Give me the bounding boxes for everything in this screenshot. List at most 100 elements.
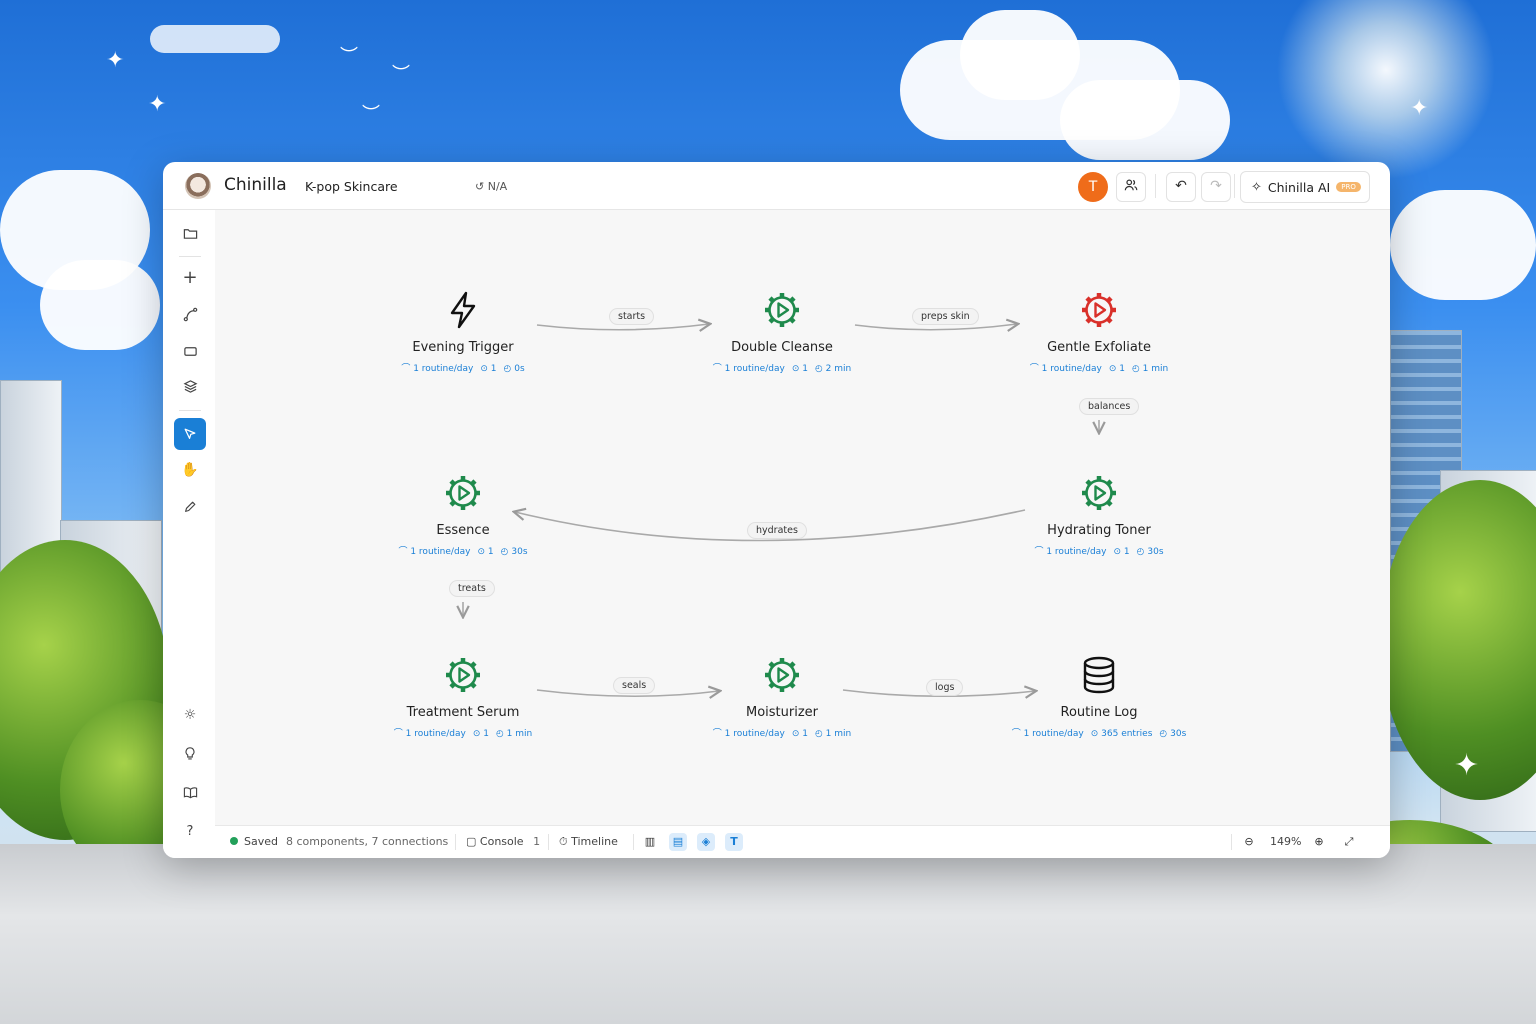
hand-icon: ✋: [181, 462, 199, 478]
node-title: Essence: [436, 523, 490, 538]
divider: [1234, 174, 1235, 198]
undo-icon: ↶: [1175, 178, 1187, 194]
node-double-cleanse[interactable]: Double Cleanse ⌒ 1 routine/day ⊙ 1 ◴ 2 min: [682, 290, 882, 374]
node-time: 0s: [514, 364, 525, 374]
bird-icon: ︶: [362, 104, 380, 125]
labels-toggle[interactable]: ▤: [669, 833, 687, 851]
gear-play-icon: [762, 655, 802, 695]
select-tool-button[interactable]: [174, 418, 206, 450]
ai-button-label: Chinilla AI: [1267, 179, 1331, 195]
node-count: 1: [802, 364, 808, 374]
text-toggle[interactable]: T: [725, 833, 743, 851]
cloud: [150, 25, 280, 53]
sparkle-icon: ✦: [148, 92, 167, 117]
pro-badge: PRO: [1336, 182, 1361, 192]
node-title: Double Cleanse: [731, 340, 833, 355]
chinchilla-logo-icon[interactable]: [185, 173, 211, 199]
count-icon: ⊙: [791, 364, 803, 374]
project-name[interactable]: K-pop Skincare: [305, 179, 398, 194]
divider: [455, 834, 456, 850]
node-time: 30s: [511, 547, 528, 557]
node-count: 1: [487, 547, 494, 557]
layers-button[interactable]: [174, 371, 206, 403]
node-count: 1: [1119, 364, 1125, 374]
paved-ground: [0, 844, 1536, 1024]
node-rate: 1 routine/day: [1041, 364, 1102, 374]
map-icon: ▥: [644, 835, 656, 848]
node-time: 2 min: [825, 364, 852, 374]
app-window: Chinilla K-pop Skincare ↺ N/A T ↶ ↷ ✧ Ch…: [163, 162, 1390, 858]
node-routine-log[interactable]: Routine Log ⌒ 1 routine/day ⊙ 365 entries ◴…: [999, 655, 1199, 739]
node-treatment-serum[interactable]: Treatment Serum ⌒ 1 routine/day ⊙ 1 ◴ 1 min: [363, 655, 563, 739]
edge-label[interactable]: logs: [926, 679, 964, 696]
connector-icon: [183, 307, 197, 322]
container-button[interactable]: [174, 336, 206, 368]
divider: [633, 834, 634, 850]
lightbulb-icon: [185, 747, 195, 760]
rate-icon: ⌒: [712, 364, 725, 374]
timeline-button[interactable]: ⏱ Timeline: [559, 835, 618, 849]
theme-button[interactable]: ☼: [174, 699, 206, 731]
node-metrics: ⌒ 1 routine/day ⊙ 365 entries ◴ 30s: [999, 726, 1199, 739]
node-evening-trigger[interactable]: Evening Trigger ⌒ 1 routine/day ⊙ 1 ◴ 0s: [363, 290, 563, 374]
fit-view-button[interactable]: ⤢: [1340, 833, 1358, 851]
rate-icon: ⌒: [1011, 729, 1024, 739]
undo-button[interactable]: ↶: [1166, 172, 1196, 202]
node-count: 1: [802, 729, 808, 739]
node-essence[interactable]: Essence ⌒ 1 routine/day ⊙ 1 ◴ 30s: [363, 473, 563, 557]
minimap-toggle[interactable]: ▥: [641, 833, 659, 851]
edge-label[interactable]: seals: [613, 677, 656, 694]
console-count: 1: [533, 835, 541, 848]
share-users-button[interactable]: [1116, 172, 1146, 202]
node-moisturizer[interactable]: Moisturizer ⌒ 1 routine/day ⊙ 1 ◴ 1 min: [682, 655, 882, 739]
node-time: 1 min: [1142, 364, 1169, 374]
add-component-button[interactable]: +: [174, 262, 206, 294]
layers-icon: [183, 380, 197, 393]
zoom-in-button[interactable]: ⊕: [1310, 833, 1328, 851]
database-icon: [1079, 655, 1119, 695]
diagram-canvas[interactable]: starts preps skin balances hydrates treats se…: [215, 210, 1390, 826]
open-folder-button[interactable]: [174, 218, 206, 250]
redo-button[interactable]: ↷: [1201, 172, 1231, 202]
node-time: 1 min: [506, 729, 533, 739]
timer-icon: ◴: [1136, 547, 1148, 557]
chinilla-ai-button[interactable]: ✧ Chinilla AI PRO: [1240, 171, 1370, 203]
connect-button[interactable]: [174, 299, 206, 331]
zoom-out-button[interactable]: ⊖: [1240, 833, 1258, 851]
tags-toggle[interactable]: ◈: [697, 833, 715, 851]
edge-label[interactable]: preps skin: [912, 308, 979, 325]
version-indicator[interactable]: ↺ N/A: [475, 180, 507, 193]
edge-label[interactable]: hydrates: [747, 522, 807, 539]
sparkle-icon: ✦: [1454, 748, 1480, 783]
edge-label[interactable]: balances: [1079, 398, 1140, 415]
pan-tool-button[interactable]: ✋: [174, 454, 206, 486]
docs-button[interactable]: [174, 777, 206, 809]
diagram-summary: 8 components, 7 connections: [286, 835, 449, 848]
node-title: Treatment Serum: [406, 705, 520, 720]
node-title: Hydrating Toner: [1047, 523, 1151, 538]
comment-icon: ▤: [672, 835, 684, 848]
edge-label[interactable]: treats: [449, 580, 495, 597]
draw-tool-button[interactable]: [174, 491, 206, 523]
rate-icon: ⌒: [401, 364, 414, 374]
node-rate: 1 routine/day: [405, 729, 466, 739]
node-metrics: ⌒ 1 routine/day ⊙ 1 ◴ 0s: [363, 361, 563, 374]
tips-button[interactable]: [174, 738, 206, 770]
node-hydrating-toner[interactable]: Hydrating Toner ⌒ 1 routine/day ⊙ 1 ◴ 30s: [999, 473, 1199, 557]
node-metrics: ⌒ 1 routine/day ⊙ 1 ◴ 1 min: [363, 726, 563, 739]
zoom-out-icon: ⊖: [1244, 835, 1254, 848]
node-rate: 1 routine/day: [1046, 547, 1107, 557]
gear-play-icon: [443, 655, 483, 695]
edge-label[interactable]: starts: [609, 308, 655, 325]
timeline-label: Timeline: [571, 835, 618, 848]
console-button[interactable]: ▢ Console 1: [466, 835, 540, 848]
user-avatar[interactable]: T: [1078, 172, 1108, 202]
pencil-icon: [185, 501, 196, 512]
node-gentle-exfoliate[interactable]: Gentle Exfoliate ⌒ 1 routine/day ⊙ 1 ◴ 1 mi…: [999, 290, 1199, 374]
divider: [1231, 834, 1232, 850]
count-icon: ⊙: [1108, 364, 1120, 374]
saved-indicator: [230, 837, 238, 845]
count-icon: ⊙: [1090, 729, 1102, 739]
help-button[interactable]: ?: [174, 816, 206, 848]
gear-play-icon: [1079, 473, 1119, 513]
